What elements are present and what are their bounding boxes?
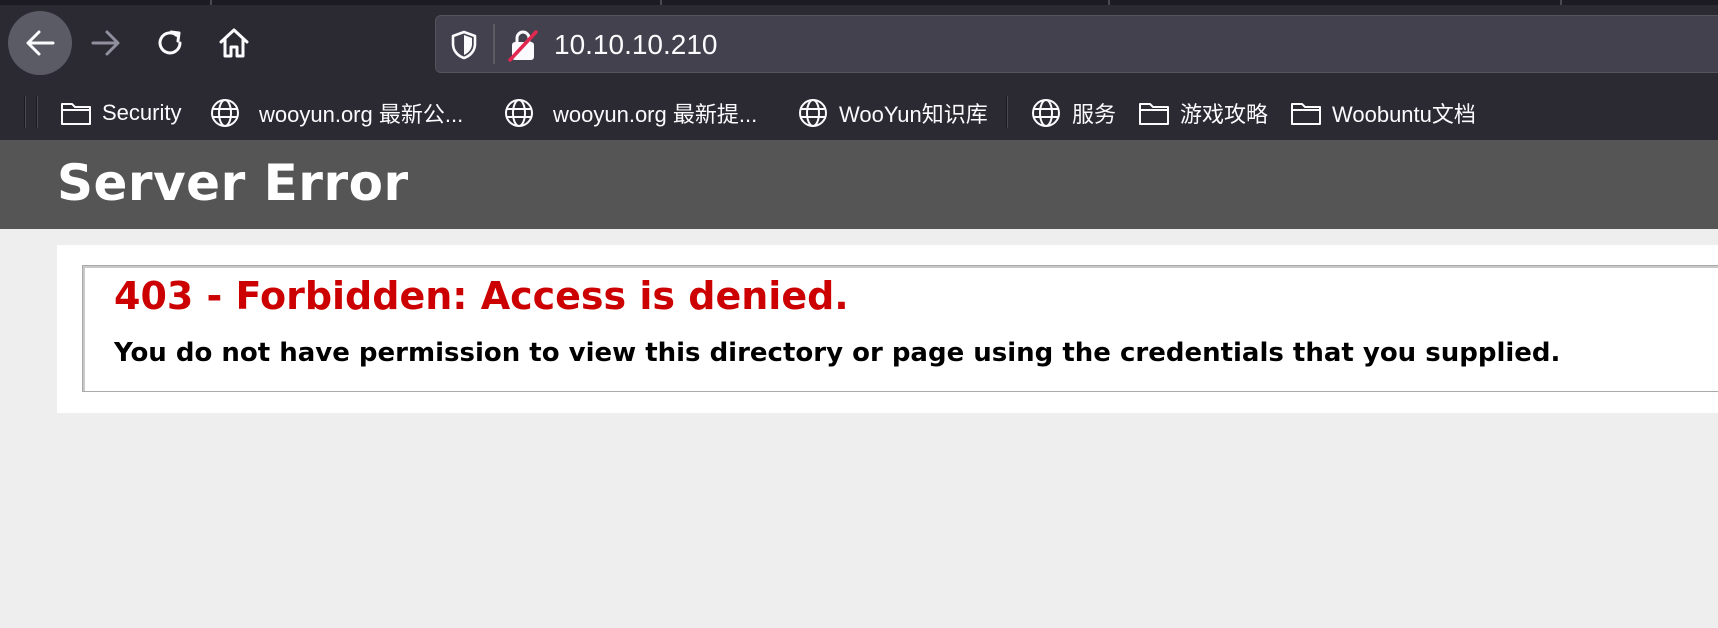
bookmark-folder-game-guides[interactable]: 游戏攻略 — [1138, 94, 1268, 132]
bookmark-label: wooyun.org 最新提... — [553, 102, 758, 127]
tracking-protection-shield-icon[interactable] — [450, 30, 478, 60]
insecure-lock-icon[interactable] — [508, 28, 538, 62]
folder-icon — [61, 103, 91, 125]
browser-chrome: 10.10.10.210 Security wooyun.org 最新公... — [0, 0, 1718, 140]
error-message: You do not have permission to view this … — [114, 338, 1561, 368]
bookmark-folder-woobuntu-docs[interactable]: Woobuntu文档 — [1290, 94, 1476, 132]
globe-icon — [799, 99, 827, 127]
bookmarks-separator — [1006, 96, 1008, 128]
urlbar-separator — [493, 24, 495, 64]
home-icon — [219, 28, 249, 58]
content-panel: 403 - Forbidden: Access is denied. You d… — [57, 245, 1718, 413]
globe-icon — [505, 99, 533, 127]
error-title: 403 - Forbidden: Access is denied. — [114, 274, 849, 318]
url-text[interactable]: 10.10.10.210 — [554, 28, 718, 62]
bookmark-label: 游戏攻略 — [1180, 102, 1269, 127]
globe-icon — [211, 99, 239, 127]
bookmark-folder-security[interactable]: Security — [60, 94, 181, 132]
reload-icon — [158, 30, 182, 55]
arrow-left-icon — [26, 30, 55, 56]
arrow-right-icon — [91, 30, 120, 56]
folder-icon — [1139, 103, 1169, 125]
folder-icon — [1291, 103, 1321, 125]
page-title: Server Error — [57, 154, 409, 212]
home-button[interactable] — [202, 11, 266, 75]
bookmark-label: wooyun.org 最新公... — [259, 102, 464, 127]
error-box: 403 - Forbidden: Access is denied. You d… — [82, 265, 1718, 392]
bookmark-label: Security — [102, 100, 182, 125]
address-bar[interactable]: 10.10.10.210 — [435, 15, 1718, 73]
bookmark-label: 服务 — [1072, 102, 1117, 127]
bookmark-wooyun-submit[interactable]: wooyun.org 最新提... — [503, 94, 757, 132]
server-error-header: Server Error — [0, 140, 1718, 229]
bookmarks-toolbar: Security wooyun.org 最新公... wooyun.org 最新… — [0, 88, 1718, 138]
bookmark-wooyun-public[interactable]: wooyun.org 最新公... — [209, 94, 463, 132]
bookmarks-separator — [36, 96, 38, 128]
bookmark-label: WooYun知识库 — [839, 102, 988, 127]
back-button[interactable] — [8, 11, 72, 75]
globe-icon — [1032, 99, 1060, 127]
reload-button[interactable] — [138, 11, 202, 75]
bookmark-label: Woobuntu文档 — [1332, 102, 1476, 127]
bookmark-wooyun-knowledge[interactable]: WooYun知识库 — [797, 94, 988, 132]
forward-button[interactable] — [74, 11, 138, 75]
navigation-toolbar: 10.10.10.210 — [0, 5, 1718, 85]
bookmark-services[interactable]: 服务 — [1030, 94, 1116, 132]
bookmarks-separator — [24, 96, 26, 128]
